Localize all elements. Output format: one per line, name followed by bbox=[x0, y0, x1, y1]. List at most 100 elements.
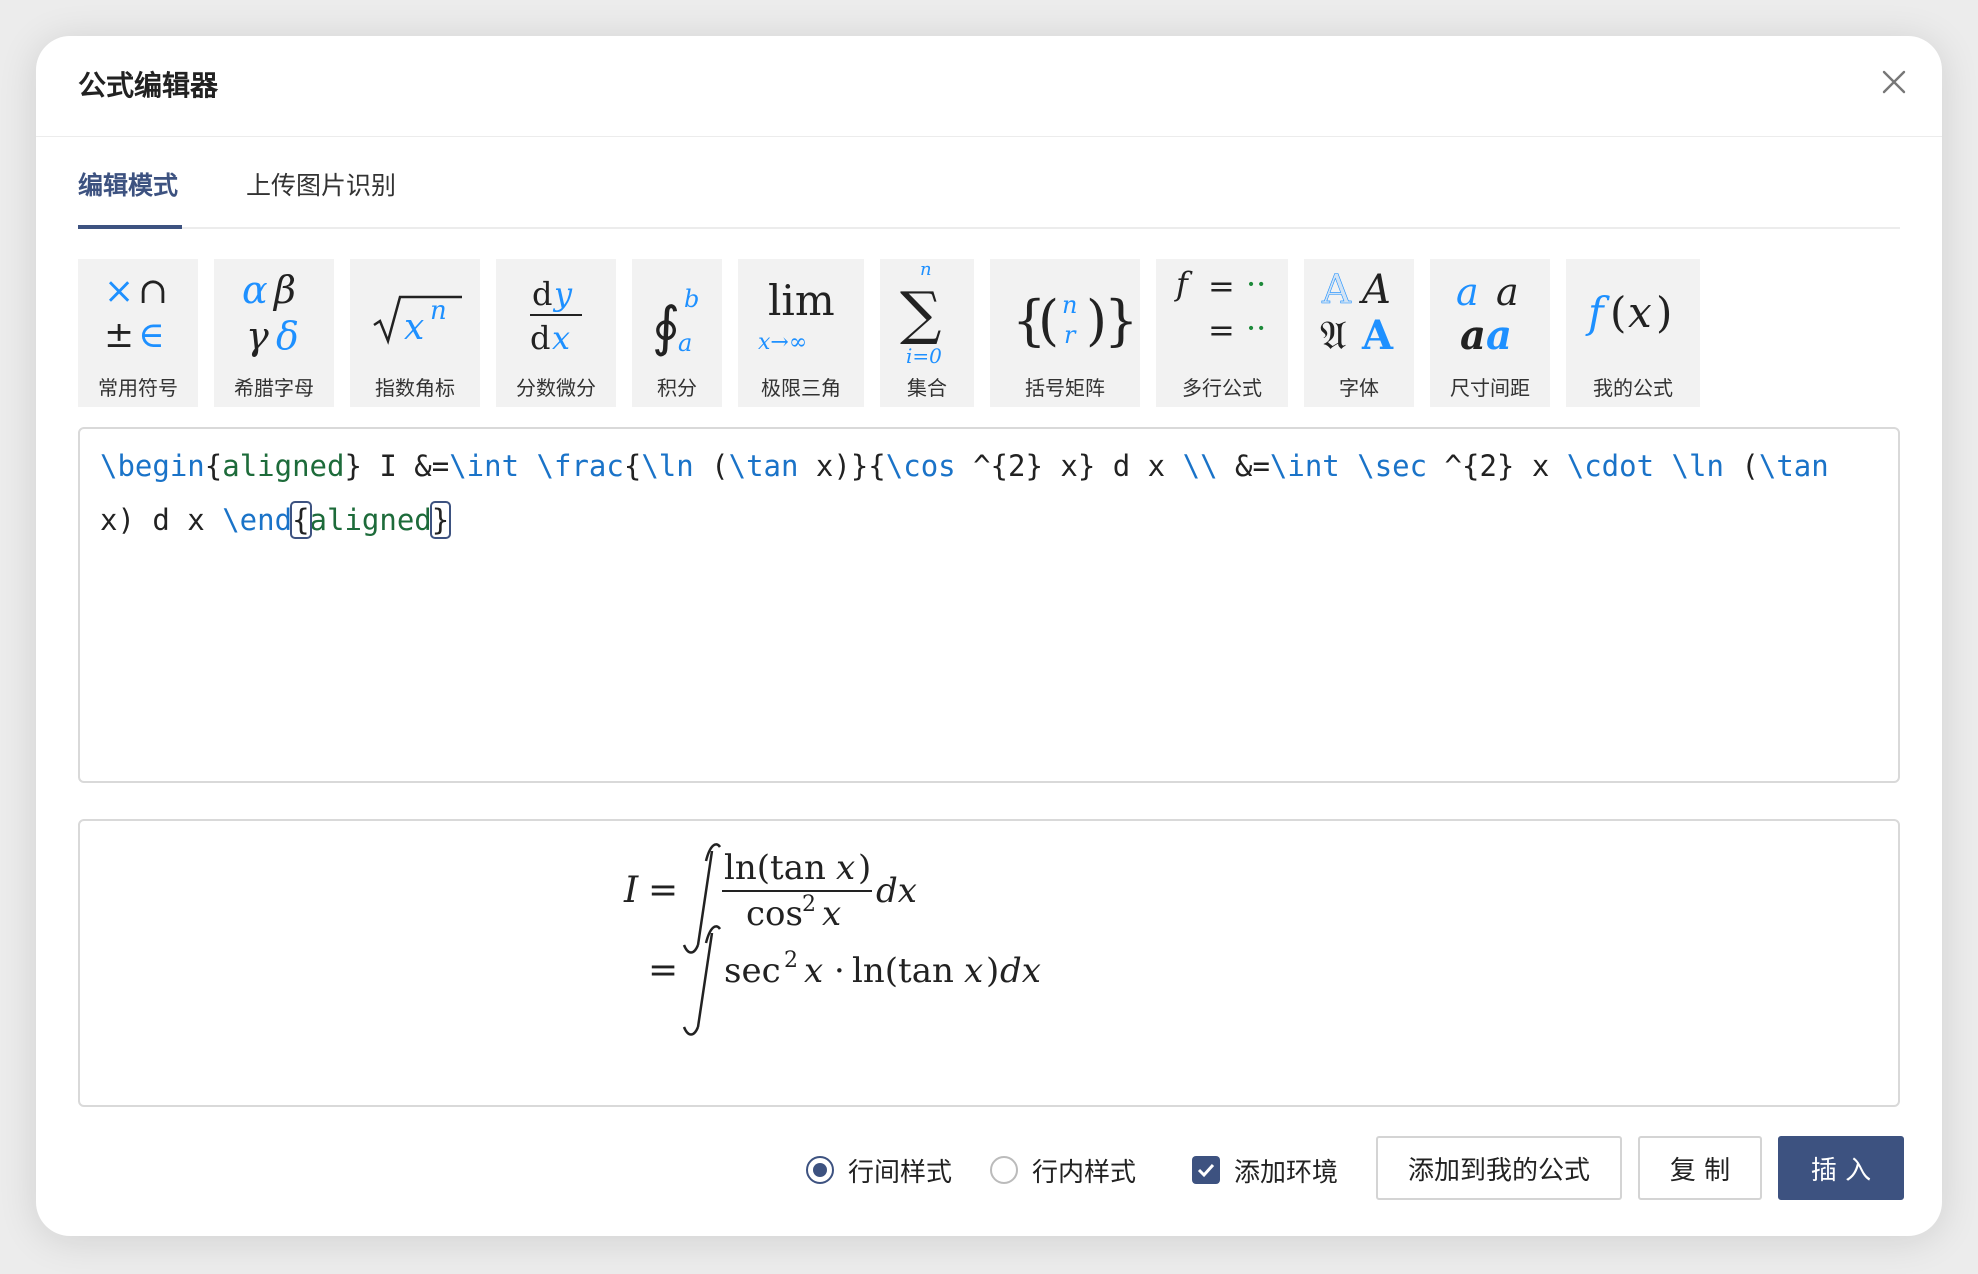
svg-text:ln(tan: ln(tan bbox=[852, 951, 954, 991]
svg-text:β: β bbox=[272, 268, 296, 312]
tab-upload-image-label: 上传图片识别 bbox=[246, 171, 397, 200]
svg-text:x: x bbox=[836, 848, 855, 888]
tool-size-spacing[interactable]: aa aa 尺寸间距 bbox=[1430, 259, 1550, 407]
svg-text:x→∞: x→∞ bbox=[758, 330, 807, 355]
dialog-header: 公式编辑器 bbox=[36, 36, 1942, 137]
svg-text:): ) bbox=[986, 951, 999, 991]
svg-text:): ) bbox=[858, 848, 871, 888]
copy-button[interactable]: 复 制 bbox=[1638, 1136, 1762, 1200]
tool-common-symbols[interactable]: × ∩ ± ∈ 常用符号 bbox=[78, 259, 198, 407]
dialog-title: 公式编辑器 bbox=[78, 69, 219, 102]
svg-text:n: n bbox=[1062, 291, 1077, 319]
exponent-icon: x n bbox=[350, 267, 480, 365]
insert-button[interactable]: 插 入 bbox=[1778, 1136, 1904, 1200]
display-style-label: 行间样式 bbox=[848, 1157, 953, 1188]
tool-label: 括号矩阵 bbox=[1025, 376, 1105, 400]
svg-text:α: α bbox=[242, 268, 268, 312]
tool-multiline[interactable]: f = ·· = ·· 多行公式 bbox=[1156, 259, 1288, 407]
check-icon bbox=[1197, 1163, 1215, 1178]
svg-text:γ: γ bbox=[246, 314, 269, 358]
svg-text:i=0: i=0 bbox=[906, 344, 942, 368]
svg-text:r: r bbox=[1064, 321, 1077, 349]
formula-preview: I = ln(tan x ) cos 2 x dx = sec 2 x · ln… bbox=[78, 819, 1900, 1107]
tool-my-formula[interactable]: f (x ) 我的公式 bbox=[1566, 259, 1700, 407]
formula-editor-dialog: 公式编辑器 编辑模式 上传图片识别 × ∩ ± ∈ 常用符号 αβ γ δ 希腊… bbox=[36, 36, 1942, 1236]
radio-selected[interactable] bbox=[806, 1156, 834, 1184]
tool-label: 指数角标 bbox=[375, 376, 455, 400]
add-to-my-formulas-button[interactable]: 添加到我的公式 bbox=[1376, 1136, 1622, 1200]
limit-trig-icon: lim x→∞ bbox=[738, 267, 864, 365]
tool-label: 字体 bbox=[1339, 376, 1379, 400]
svg-text:y: y bbox=[552, 275, 573, 313]
tool-label: 积分 bbox=[657, 376, 697, 400]
inline-style-radio[interactable]: 行内样式 bbox=[990, 1150, 1136, 1190]
tool-font[interactable]: A A 𝔄 A 字体 bbox=[1304, 259, 1414, 407]
svg-text:x: x bbox=[804, 951, 823, 991]
svg-text:A: A bbox=[1361, 312, 1394, 359]
svg-text:a: a bbox=[678, 329, 692, 357]
svg-text:a: a bbox=[1486, 312, 1512, 359]
svg-text:··: ·· bbox=[1246, 309, 1266, 347]
svg-text:A: A bbox=[1358, 267, 1391, 313]
bracket-matrix-icon: {( )} n r bbox=[990, 267, 1140, 365]
radio-unselected[interactable] bbox=[990, 1156, 1018, 1184]
svg-text:(: ( bbox=[1038, 289, 1059, 352]
display-style-radio[interactable]: 行间样式 bbox=[806, 1150, 952, 1190]
svg-text:a: a bbox=[1456, 270, 1479, 314]
dialog-footer: 行间样式 行内样式 添加环境 添加到我的公式 复 制 插 入 bbox=[36, 1136, 1942, 1202]
svg-text:(: ( bbox=[1610, 288, 1626, 337]
svg-text:b: b bbox=[684, 285, 699, 313]
svg-text:𝔄: 𝔄 bbox=[1320, 313, 1347, 359]
tool-fraction-derivative[interactable]: dy dx 分数微分 bbox=[496, 259, 616, 407]
svg-text:cos: cos bbox=[746, 894, 803, 934]
tool-label: 常用符号 bbox=[98, 376, 178, 400]
integral-icon: ∮ b a bbox=[632, 267, 722, 365]
latex-editor[interactable]: \begin{aligned} I &=\int \frac{\ln (\tan… bbox=[78, 427, 1900, 783]
svg-text:·: · bbox=[834, 951, 845, 991]
rendered-formula: I = ln(tan x ) cos 2 x dx = sec 2 x · ln… bbox=[623, 843, 1041, 1036]
tool-exponent[interactable]: x n 指数角标 bbox=[350, 259, 480, 407]
tool-limit-trig[interactable]: lim x→∞ 极限三角 bbox=[738, 259, 864, 407]
svg-text:a: a bbox=[1460, 312, 1486, 359]
tool-sum-set[interactable]: n ∑ i=0 集合 bbox=[880, 259, 974, 407]
svg-text:f: f bbox=[1174, 265, 1193, 303]
checkbox-checked[interactable] bbox=[1192, 1156, 1220, 1184]
close-icon[interactable] bbox=[1878, 66, 1910, 98]
multiline-icon: f = ·· = ·· bbox=[1156, 265, 1288, 365]
svg-text:∮: ∮ bbox=[652, 295, 680, 358]
svg-text:d: d bbox=[530, 319, 550, 357]
svg-text:): ) bbox=[1656, 288, 1672, 337]
svg-text:a: a bbox=[1496, 270, 1519, 314]
tab-upload-image[interactable]: 上传图片识别 bbox=[246, 166, 396, 202]
add-environment-checkbox[interactable]: 添加环境 bbox=[1192, 1150, 1338, 1190]
tool-bracket-matrix[interactable]: {( )} n r 括号矩阵 bbox=[990, 259, 1140, 407]
inline-style-label: 行内样式 bbox=[1032, 1157, 1137, 1188]
svg-text:∑: ∑ bbox=[900, 279, 941, 347]
svg-text:x: x bbox=[552, 319, 570, 357]
tab-edit-mode[interactable]: 编辑模式 bbox=[78, 166, 178, 202]
svg-text:n: n bbox=[920, 259, 932, 280]
greek-letters-icon: αβ γδ bbox=[214, 267, 334, 365]
tool-integral[interactable]: ∮ b a 积分 bbox=[632, 259, 722, 407]
svg-text:n: n bbox=[430, 296, 447, 326]
tool-label: 我的公式 bbox=[1593, 376, 1673, 400]
tool-label: 极限三角 bbox=[761, 376, 841, 400]
svg-text:I: I bbox=[623, 870, 639, 911]
font-icon: A A 𝔄 A bbox=[1304, 267, 1414, 365]
tool-label: 希腊字母 bbox=[234, 376, 314, 400]
svg-text:2: 2 bbox=[784, 948, 798, 973]
svg-text:dx: dx bbox=[876, 871, 917, 911]
svg-text:=: = bbox=[648, 950, 678, 991]
tool-label: 多行公式 bbox=[1182, 376, 1262, 400]
tool-label: 分数微分 bbox=[516, 376, 596, 400]
svg-text:f: f bbox=[1585, 288, 1610, 337]
tool-label: 尺寸间距 bbox=[1450, 376, 1530, 400]
svg-text:x: x bbox=[404, 307, 424, 348]
svg-text:ln(tan: ln(tan bbox=[724, 848, 826, 888]
fraction-derivative-icon: dy dx bbox=[496, 267, 616, 365]
tool-label: 集合 bbox=[907, 376, 947, 400]
size-spacing-icon: aa aa bbox=[1430, 267, 1550, 365]
svg-text:∈: ∈ bbox=[138, 315, 165, 356]
svg-text:dx: dx bbox=[1000, 951, 1041, 991]
tool-greek-letters[interactable]: αβ γδ 希腊字母 bbox=[214, 259, 334, 407]
